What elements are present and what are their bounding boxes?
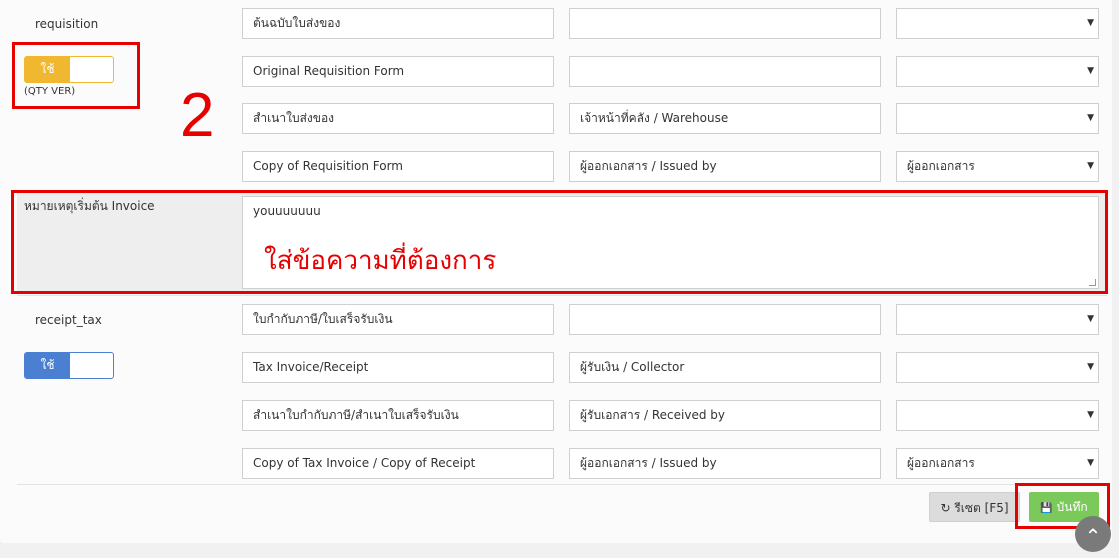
- receipt-tax-toggle[interactable]: ใช้: [24, 352, 114, 379]
- receipt-tax-toggle-on: ใช้: [25, 353, 70, 378]
- chevron-down-icon: ▼: [1087, 362, 1094, 372]
- receipt-signer-field-2[interactable]: ผู้รับเงิน / Collector: [569, 352, 881, 383]
- settings-panel: requisition ใช้ (QTY VER) 2 ต้นฉบับใบส่ง…: [0, 0, 1112, 543]
- requisition-select-3[interactable]: ▼: [896, 103, 1099, 134]
- requisition-select-1[interactable]: ▼: [896, 8, 1099, 39]
- refresh-icon: ↻: [940, 501, 951, 515]
- requisition-title-field-2[interactable]: Original Requisition Form: [242, 56, 554, 87]
- receipt-select-value-4: ผู้ออกเอกสาร: [907, 456, 975, 470]
- requisition-signer-field-2[interactable]: [569, 56, 881, 87]
- requisition-label: requisition: [35, 17, 99, 31]
- chevron-down-icon: ▼: [1087, 458, 1094, 468]
- receipt-title-field-3[interactable]: สำเนาใบกำกับภาษี/สำเนาใบเสร็จรับเงิน: [242, 400, 554, 431]
- chevron-up-icon: ⌃: [1084, 524, 1102, 548]
- receipt-select-3[interactable]: ▼: [896, 400, 1099, 431]
- divider: [17, 295, 1107, 296]
- requisition-signer-field-1[interactable]: [569, 8, 881, 39]
- requisition-title-field-3[interactable]: สำเนาใบส่งของ: [242, 103, 554, 134]
- chevron-down-icon: ▼: [1087, 410, 1094, 420]
- requisition-title-field-4[interactable]: Copy of Requisition Form: [242, 151, 554, 182]
- annotation-box-note: [11, 190, 1108, 294]
- chevron-down-icon: ▼: [1087, 66, 1094, 76]
- requisition-select-2[interactable]: ▼: [896, 56, 1099, 87]
- receipt-signer-field-1[interactable]: [569, 304, 881, 335]
- receipt-signer-field-3[interactable]: ผู้รับเอกสาร / Received by: [569, 400, 881, 431]
- chevron-down-icon: ▼: [1087, 113, 1094, 123]
- scroll-top-button[interactable]: ⌃: [1075, 516, 1111, 552]
- receipt-signer-field-4[interactable]: ผู้ออกเอกสาร / Issued by: [569, 448, 881, 479]
- divider: [17, 484, 1107, 485]
- annotation-box-toggle: [12, 42, 140, 109]
- requisition-select-4[interactable]: ผู้ออกเอกสาร ▼: [896, 151, 1099, 182]
- requisition-signer-field-3[interactable]: เจ้าหน้าที่คลัง / Warehouse: [569, 103, 881, 134]
- receipt-select-1[interactable]: ▼: [896, 304, 1099, 335]
- requisition-signer-field-4[interactable]: ผู้ออกเอกสาร / Issued by: [569, 151, 881, 182]
- reset-button[interactable]: ↻ รีเซต [F5]: [929, 492, 1020, 522]
- receipt-select-2[interactable]: ▼: [896, 352, 1099, 383]
- annotation-number: 2: [180, 81, 215, 150]
- chevron-down-icon: ▼: [1087, 161, 1094, 171]
- chevron-down-icon: ▼: [1087, 18, 1094, 28]
- receipt-select-4[interactable]: ผู้ออกเอกสาร ▼: [896, 448, 1099, 479]
- chevron-down-icon: ▼: [1087, 314, 1094, 324]
- receipt-title-field-1[interactable]: ใบกำกับภาษี/ใบเสร็จรับเงิน: [242, 304, 554, 335]
- receipt-tax-label: receipt_tax: [35, 313, 102, 327]
- requisition-title-field-1[interactable]: ต้นฉบับใบส่งของ: [242, 8, 554, 39]
- requisition-select-value-4: ผู้ออกเอกสาร: [907, 159, 975, 173]
- reset-button-label: รีเซต [F5]: [954, 501, 1009, 515]
- receipt-title-field-4[interactable]: Copy of Tax Invoice / Copy of Receipt: [242, 448, 554, 479]
- receipt-title-field-2[interactable]: Tax Invoice/Receipt: [242, 352, 554, 383]
